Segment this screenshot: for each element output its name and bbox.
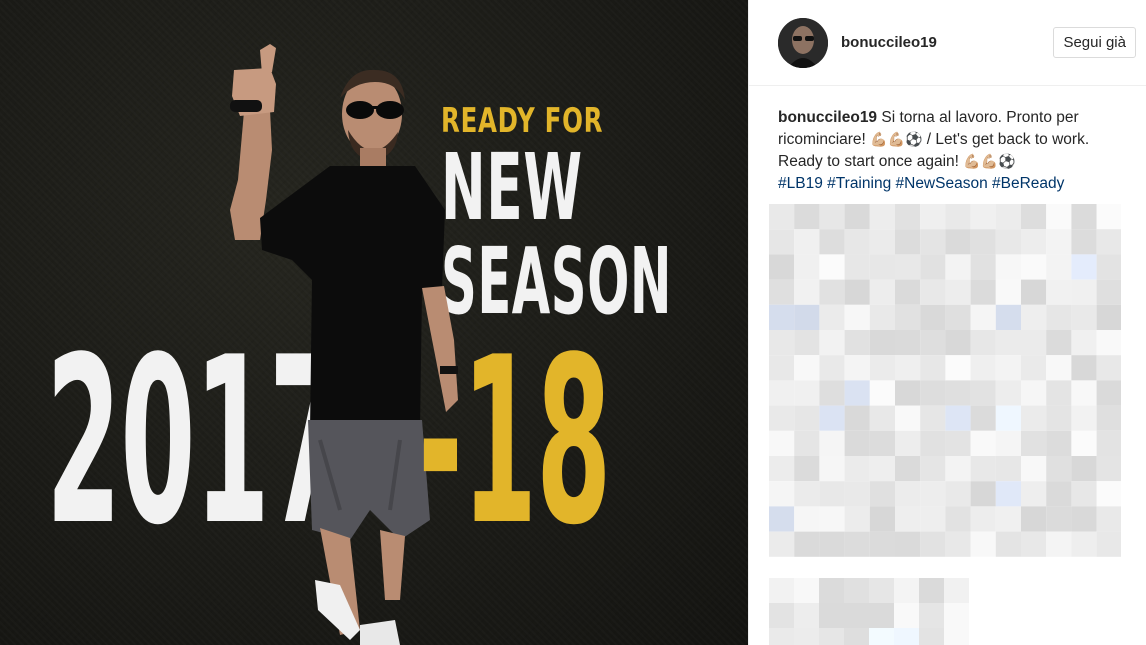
- hashtag-newseason[interactable]: #NewSeason: [896, 175, 988, 192]
- blurred-comments-lower: [769, 578, 969, 645]
- avatar[interactable]: [778, 17, 828, 68]
- header-username[interactable]: bonucci­leo19: [841, 34, 1053, 51]
- avatar-image: [778, 17, 828, 68]
- following-button[interactable]: Segui già: [1053, 27, 1136, 58]
- hashtag-lb19[interactable]: #LB19: [778, 175, 823, 192]
- instagram-post-view: READY FOR NEW SEASON 2017: [0, 0, 1146, 645]
- hashtag-beready[interactable]: #BeReady: [992, 175, 1064, 192]
- post-sidebar: bonucci­leo19 Segui già bonucci­leo19 Si…: [748, 0, 1146, 645]
- post-image[interactable]: READY FOR NEW SEASON 2017 -18: [0, 0, 748, 645]
- caption-emoji-2: 💪🏼💪🏼⚽: [963, 154, 1016, 170]
- post-header: bonucci­leo19 Segui già: [749, 0, 1146, 86]
- blurred-comments: [769, 204, 1121, 557]
- caption-emoji-1: 💪🏼💪🏼⚽: [870, 132, 923, 148]
- headline-year-end: -18: [418, 309, 611, 576]
- hashtag-training[interactable]: #Training: [827, 175, 891, 192]
- caption-username[interactable]: bonucci­leo19: [778, 109, 877, 126]
- post-caption: bonucci­leo19 Si torna al lavoro. Pronto…: [749, 86, 1146, 195]
